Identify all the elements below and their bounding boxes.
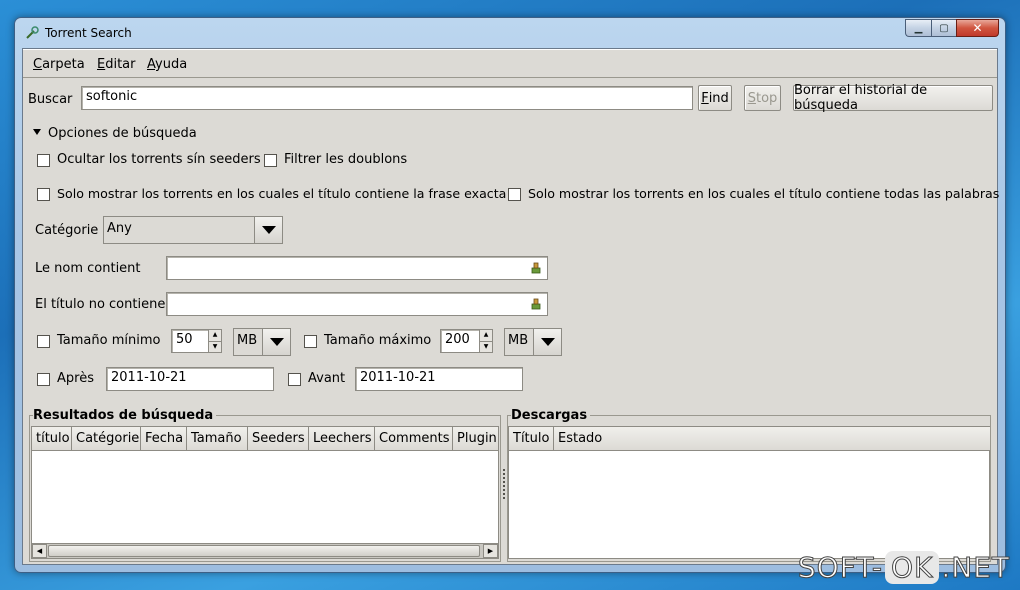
watermark-logo: SOFT- OK .NET [797, 551, 1010, 585]
search-input[interactable]: softonic [81, 86, 693, 110]
all-words-label: Solo mostrar los torrents en los cuales … [528, 186, 1000, 201]
minimize-icon: ▁ [914, 22, 923, 34]
max-size-unit-select[interactable]: MB [504, 328, 562, 356]
category-value: Any [107, 221, 132, 236]
window-title: Torrent Search [45, 26, 132, 40]
category-select[interactable]: Any [103, 216, 283, 244]
window-controls: ▁ ▢ ✕ [905, 19, 999, 37]
clear-icon[interactable] [530, 261, 542, 274]
spin-arrows-icon[interactable]: ▲ ▼ [208, 330, 221, 352]
min-size-spinner[interactable]: 50 ▲ ▼ [171, 329, 222, 353]
horizontal-scrollbar[interactable]: ◀ ▶ [32, 543, 498, 558]
chevron-down-icon [254, 217, 282, 243]
col-header-size[interactable]: Tamaño [187, 427, 248, 451]
menu-carpeta[interactable]: Carpeta [33, 57, 85, 72]
col-header-title[interactable]: título [32, 427, 72, 451]
col-header-dl-title[interactable]: Título [509, 427, 554, 451]
menu-editar[interactable]: Editar [97, 57, 136, 72]
before-date-input[interactable]: 2011-10-21 [355, 367, 523, 391]
scrollbar-thumb[interactable] [48, 545, 480, 557]
find-button[interactable]: Find [698, 85, 732, 111]
search-label: Buscar [28, 92, 73, 107]
col-header-leechers[interactable]: Leechers [309, 427, 375, 451]
downloads-title: Descargas [511, 408, 591, 423]
max-size-checkbox[interactable] [304, 335, 317, 348]
max-size-unit: MB [508, 333, 529, 348]
scroll-left-icon[interactable]: ◀ [32, 544, 47, 558]
col-header-dl-status[interactable]: Estado [554, 427, 990, 451]
title-not-contains-input[interactable] [166, 292, 548, 316]
min-size-checkbox[interactable] [37, 335, 50, 348]
category-label: Catégorie [35, 223, 99, 238]
all-words-checkbox[interactable] [508, 188, 521, 201]
client-area: Carpeta Editar Ayuda Buscar softonic Fin… [22, 48, 1000, 565]
filter-duplicates-checkbox[interactable] [264, 154, 277, 167]
after-checkbox[interactable] [37, 373, 50, 386]
col-header-plugin[interactable]: Plugin [453, 427, 499, 451]
app-window: Torrent Search ▁ ▢ ✕ Carpeta Editar Ayud… [14, 17, 1006, 573]
max-size-label: Tamaño máximo [324, 333, 432, 348]
before-checkbox[interactable] [288, 373, 301, 386]
minimize-button[interactable]: ▁ [905, 19, 931, 37]
close-button[interactable]: ✕ [956, 19, 999, 37]
before-label: Avant [308, 371, 346, 386]
min-size-label: Tamaño mínimo [57, 333, 161, 348]
exact-phrase-label: Solo mostrar los torrents en los cuales … [57, 186, 507, 201]
chevron-down-icon [262, 329, 290, 355]
title-not-contains-label: El título no contiene [35, 297, 166, 312]
app-icon [26, 26, 39, 39]
min-size-unit-select[interactable]: MB [233, 328, 291, 356]
col-header-comments[interactable]: Comments [375, 427, 453, 451]
clear-history-button[interactable]: Borrar el historial de búsqueda [793, 83, 993, 113]
exact-phrase-checkbox[interactable] [37, 188, 50, 201]
min-size-unit: MB [237, 333, 258, 348]
hide-no-seeders-checkbox[interactable] [37, 154, 50, 167]
clear-icon[interactable] [530, 297, 542, 310]
results-title: Resultados de búsqueda [33, 408, 217, 423]
close-icon: ✕ [972, 21, 983, 35]
after-date-input[interactable]: 2011-10-21 [106, 367, 274, 391]
expander-arrow-icon[interactable] [33, 129, 41, 135]
scroll-right-icon[interactable]: ▶ [483, 544, 498, 558]
results-table: título Catégorie Fecha Tamaño Seeders Le… [31, 426, 499, 559]
col-header-seeders[interactable]: Seeders [248, 427, 309, 451]
hide-no-seeders-label: Ocultar los torrents sín seeders [57, 152, 261, 167]
filter-duplicates-label: Filtrer les doublons [284, 152, 408, 167]
pane-splitter-handle[interactable] [503, 469, 505, 501]
name-contains-input[interactable] [166, 256, 548, 280]
menubar: Carpeta Editar Ayuda [23, 49, 997, 78]
max-size-spinner[interactable]: 200 ▲ ▼ [440, 329, 493, 353]
chevron-down-icon [533, 329, 561, 355]
maximize-button[interactable]: ▢ [931, 19, 956, 37]
min-size-value: 50 [176, 332, 193, 347]
max-size-value: 200 [445, 332, 470, 347]
menu-ayuda[interactable]: Ayuda [147, 57, 187, 72]
maximize-icon: ▢ [939, 22, 949, 34]
spin-arrows-icon[interactable]: ▲ ▼ [479, 330, 492, 352]
name-contains-label: Le nom contient [35, 261, 141, 276]
col-header-category[interactable]: Catégorie [72, 427, 141, 451]
stop-button[interactable]: Stop [744, 85, 781, 111]
col-header-date[interactable]: Fecha [141, 427, 187, 451]
downloads-table: Título Estado [508, 426, 990, 559]
after-label: Après [57, 371, 94, 386]
search-options-expander[interactable]: Opciones de búsqueda [48, 126, 197, 141]
